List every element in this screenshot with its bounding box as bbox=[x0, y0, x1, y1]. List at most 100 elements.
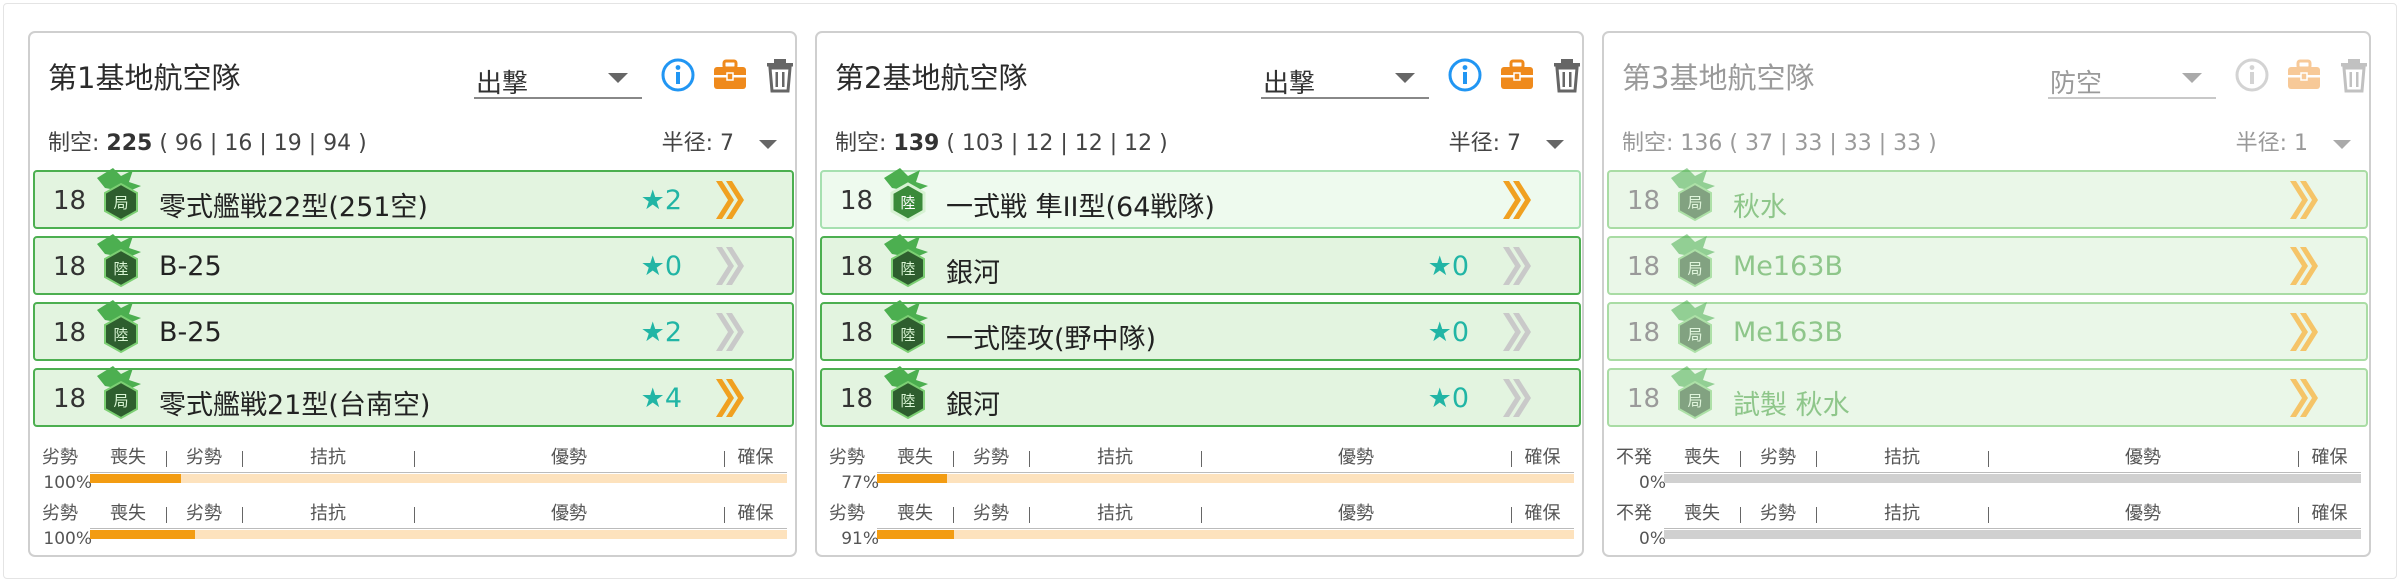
plane-slot-1[interactable]: 18 陸 一式戦 隼II型(64戦隊) bbox=[820, 168, 1581, 229]
svg-text:局: 局 bbox=[1687, 392, 1702, 410]
plane-name: 零式艦戦21型(台南空) bbox=[159, 390, 431, 421]
improvement-stars: ★4 bbox=[640, 383, 682, 414]
air-state-percent: 100% bbox=[43, 529, 92, 549]
mode-value: 出撃 bbox=[1263, 69, 1316, 99]
seg-parity: 拮抗 bbox=[1884, 503, 1920, 524]
seg-supremacy: 確保 bbox=[737, 447, 774, 468]
proficiency-none-icon[interactable] bbox=[1499, 376, 1533, 420]
radius-select[interactable]: 半径: 7 bbox=[662, 125, 777, 157]
land-base-container: 第1基地航空隊 出撃 制空: 225 ( 96 | 16 | 19 | 94 )… bbox=[3, 3, 2397, 579]
air-power-summary: 制空: 139 ( 103 | 12 | 12 | 12 ) bbox=[835, 131, 1168, 156]
slot-count: 18 bbox=[1627, 252, 1661, 282]
improvement-stars: ★2 bbox=[640, 185, 682, 216]
plane-slot-3[interactable]: 18 局 Me163B bbox=[1607, 300, 2368, 361]
svg-text:局: 局 bbox=[113, 392, 128, 410]
seg-superiority: 優勢 bbox=[551, 503, 587, 524]
svg-text:陸: 陸 bbox=[113, 260, 128, 278]
seg-parity: 拮抗 bbox=[1884, 447, 1920, 468]
plane-name: Me163B bbox=[1733, 317, 1843, 348]
radius-select[interactable]: 半径: 1 bbox=[2236, 125, 2351, 157]
briefcase-icon[interactable] bbox=[2284, 55, 2324, 95]
proficiency-none-icon[interactable] bbox=[1499, 310, 1533, 354]
proficiency-max-icon[interactable] bbox=[712, 376, 746, 420]
svg-text:局: 局 bbox=[1687, 260, 1702, 278]
seg-lost: 喪失 bbox=[897, 447, 933, 468]
land-attacker-icon: 陸 bbox=[884, 300, 928, 354]
air-state-fill bbox=[877, 530, 954, 539]
air-state-status: 劣勢 bbox=[42, 503, 78, 524]
seg-superiority: 優勢 bbox=[2125, 447, 2161, 468]
plane-name: 銀河 bbox=[946, 258, 1000, 289]
mode-value: 出撃 bbox=[476, 69, 529, 99]
air-state-percent: 0% bbox=[1639, 529, 1666, 549]
plane-slot-1[interactable]: 18 局 零式艦戦22型(251空) ★2 bbox=[33, 168, 794, 229]
svg-text:陸: 陸 bbox=[900, 326, 915, 344]
proficiency-none-icon[interactable] bbox=[712, 310, 746, 354]
info-icon[interactable] bbox=[658, 55, 698, 95]
proficiency-max-icon[interactable] bbox=[712, 178, 746, 222]
seg-lost: 喪失 bbox=[1684, 447, 1720, 468]
squadron-title: 第1基地航空隊 bbox=[48, 61, 241, 95]
svg-text:陸: 陸 bbox=[900, 260, 915, 278]
plane-slot-4[interactable]: 18 局 零式艦戦21型(台南空) ★4 bbox=[33, 366, 794, 427]
proficiency-none-icon[interactable] bbox=[1499, 244, 1533, 288]
seg-denial: 劣勢 bbox=[186, 447, 222, 468]
air-state-percent: 91% bbox=[841, 529, 879, 549]
slot-count: 18 bbox=[1627, 318, 1661, 348]
squadron-panel-1: 第1基地航空隊 出撃 制空: 225 ( 96 | 16 | 19 | 94 )… bbox=[28, 31, 797, 557]
air-state-bar-2: 劣勢 100% 喪失 劣勢 拮抗 優勢 確保 bbox=[42, 501, 787, 553]
trash-icon[interactable] bbox=[2334, 55, 2374, 95]
radius-value: 7 bbox=[720, 131, 734, 156]
chevron-down-icon bbox=[1395, 73, 1415, 83]
plane-slot-2[interactable]: 18 陸 銀河 ★0 bbox=[820, 234, 1581, 295]
air-state-status: 不発 bbox=[1616, 447, 1652, 468]
slot-count: 18 bbox=[53, 384, 87, 414]
plane-slot-3[interactable]: 18 陸 B-25 ★2 bbox=[33, 300, 794, 361]
air-state-track bbox=[877, 530, 1574, 539]
plane-slot-1[interactable]: 18 局 秋水 bbox=[1607, 168, 2368, 229]
air-power-detail: ( 103 | 12 | 12 | 12 ) bbox=[946, 131, 1168, 156]
proficiency-max-icon[interactable] bbox=[2286, 178, 2320, 222]
mode-dropdown[interactable]: 防空 bbox=[2048, 59, 2216, 99]
plane-slot-2[interactable]: 18 局 Me163B bbox=[1607, 234, 2368, 295]
radius-select[interactable]: 半径: 7 bbox=[1449, 125, 1564, 157]
slot-count: 18 bbox=[1627, 384, 1661, 414]
air-state-fill bbox=[90, 474, 181, 483]
chevron-down-icon bbox=[2333, 139, 2351, 149]
mode-dropdown[interactable]: 出撃 bbox=[1261, 59, 1429, 99]
seg-denial: 劣勢 bbox=[973, 447, 1009, 468]
mode-value: 防空 bbox=[2050, 69, 2103, 99]
briefcase-icon[interactable] bbox=[1497, 55, 1537, 95]
proficiency-max-icon[interactable] bbox=[2286, 310, 2320, 354]
seg-denial: 劣勢 bbox=[973, 503, 1009, 524]
land-fighter-icon: 局 bbox=[97, 366, 141, 420]
info-icon[interactable] bbox=[2232, 55, 2272, 95]
proficiency-max-icon[interactable] bbox=[2286, 244, 2320, 288]
trash-icon[interactable] bbox=[760, 55, 800, 95]
chevron-down-icon bbox=[759, 139, 777, 149]
air-state-status: 劣勢 bbox=[42, 447, 78, 468]
air-state-track bbox=[90, 474, 787, 483]
slot-count: 18 bbox=[840, 186, 874, 216]
plane-slot-2[interactable]: 18 陸 B-25 ★0 bbox=[33, 234, 794, 295]
plane-name: Me163B bbox=[1733, 251, 1843, 282]
proficiency-none-icon[interactable] bbox=[712, 244, 746, 288]
plane-slot-3[interactable]: 18 陸 一式陸攻(野中隊) ★0 bbox=[820, 300, 1581, 361]
plane-slot-4[interactable]: 18 局 試製 秋水 bbox=[1607, 366, 2368, 427]
plane-slot-4[interactable]: 18 陸 銀河 ★0 bbox=[820, 366, 1581, 427]
seg-superiority: 優勢 bbox=[551, 447, 587, 468]
trash-icon[interactable] bbox=[1547, 55, 1587, 95]
land-attacker-icon: 陸 bbox=[884, 234, 928, 288]
chevron-down-icon bbox=[1546, 139, 1564, 149]
seg-supremacy: 確保 bbox=[1524, 447, 1561, 468]
info-icon[interactable] bbox=[1445, 55, 1485, 95]
seg-lost: 喪失 bbox=[110, 447, 146, 468]
proficiency-max-icon[interactable] bbox=[1499, 178, 1533, 222]
briefcase-icon[interactable] bbox=[710, 55, 750, 95]
air-state-status: 不発 bbox=[1616, 503, 1652, 524]
air-power-summary: 制空: 136 ( 37 | 33 | 33 | 33 ) bbox=[1622, 131, 1937, 156]
air-power-value: 136 bbox=[1680, 131, 1723, 156]
air-state-fill bbox=[90, 530, 195, 539]
mode-dropdown[interactable]: 出撃 bbox=[474, 59, 642, 99]
proficiency-max-icon[interactable] bbox=[2286, 376, 2320, 420]
